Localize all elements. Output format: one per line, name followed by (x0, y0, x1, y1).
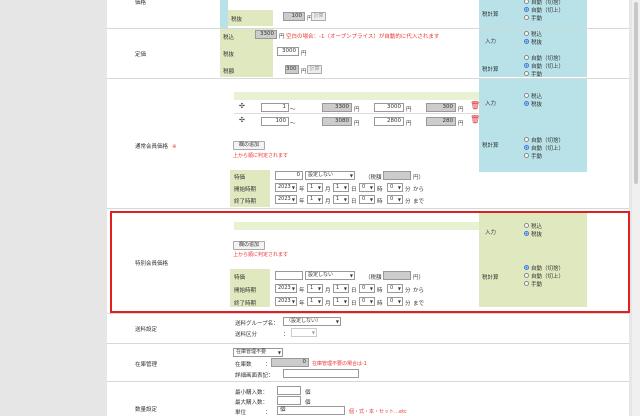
zeikeisan-label: 税計算 (482, 12, 499, 18)
tsujo-radio-manual[interactable] (524, 153, 529, 158)
teika-radio-zeikomi[interactable] (524, 31, 529, 36)
drag-handle-icon[interactable]: ✣ (239, 102, 245, 110)
teika-radio-zeinuki[interactable] (524, 39, 529, 44)
tsujo-label: 通常会員価格 ※ (135, 144, 177, 150)
price-row: 価格 税抜 100 円 計算 税計算 自動（切捨） 自動（切上） 手動 (107, 0, 629, 29)
radio-auto-kiriage[interactable] (524, 7, 529, 12)
scrollbar-thumb[interactable] (634, 2, 638, 184)
tsujo-radio-auto-kiriage[interactable] (524, 145, 529, 150)
zeinuki-input[interactable]: 100 (283, 12, 305, 21)
drag-handle-icon[interactable]: ✣ (239, 116, 245, 124)
product-edit-page: 価格 税抜 100 円 計算 税計算 自動（切捨） 自動（切上） 手動 定価 税… (107, 0, 629, 416)
teika-note: 空白の場合：-1（オープンプライス）が自動的に代入されます (286, 34, 440, 40)
teika-row: 定価 税込 3300 円 空白の場合：-1（オープンプライス）が自動的に代入され… (107, 29, 629, 79)
teika-radio-auto-kiriage[interactable] (524, 63, 529, 68)
tsujo-radio-auto-kirisute[interactable] (524, 137, 529, 142)
teika-label: 定価 (135, 52, 147, 58)
price-label: 価格 (135, 0, 147, 6)
tier-row-1: ✣ 1 〜 3300 円 3000 円 300 円 🗑 (234, 101, 484, 114)
calc-button[interactable]: 計算 (311, 12, 326, 21)
tsujo-row: 通常会員価格 ※ ✣ 1 〜 3300 円 3000 円 300 円 🗑 ✣ 10… (107, 79, 629, 209)
tsujo-radio-zeikomi[interactable] (524, 93, 529, 98)
tsujo-radio-zeinuki[interactable] (524, 101, 529, 106)
soryo-kubun-select[interactable] (291, 328, 317, 337)
teika-calc-button[interactable]: 計算 (307, 65, 322, 74)
highlight-box (110, 211, 630, 313)
tier-row-2: ✣ 100 〜 3080 円 2800 円 280 円 🗑 (239, 115, 481, 127)
teika-zeikomi-input[interactable]: 3300 (255, 30, 277, 39)
teika-zeigaku-input[interactable]: 300 (285, 65, 299, 74)
zeinuki-label: 税抜 (231, 17, 243, 23)
teika-zeinuki-input[interactable]: 3000 (277, 47, 299, 56)
zaiko-select[interactable]: 在庫管理不要 (233, 348, 283, 357)
zaiko-row: 在庫管理 在庫管理不要 在庫数 ： 0 在庫管理不要の場合は-1 詳細画面表記： (107, 344, 629, 382)
teika-radio-auto-kirisute[interactable] (524, 55, 529, 60)
soryo-row: 送料設定 送料グループ名： （設定しない） 送料区分 ： (107, 314, 629, 344)
radio-manual[interactable] (524, 15, 529, 20)
suryo-row: 数量設定 最小購入数： 個 最大購入数： 個 単位 ： 個 個・式・本・セット…… (107, 382, 629, 416)
teika-radio-manual[interactable] (524, 71, 529, 76)
soryo-group-select[interactable]: （設定しない） (283, 317, 341, 326)
add-row-button[interactable]: 欄の追加 (233, 141, 265, 150)
